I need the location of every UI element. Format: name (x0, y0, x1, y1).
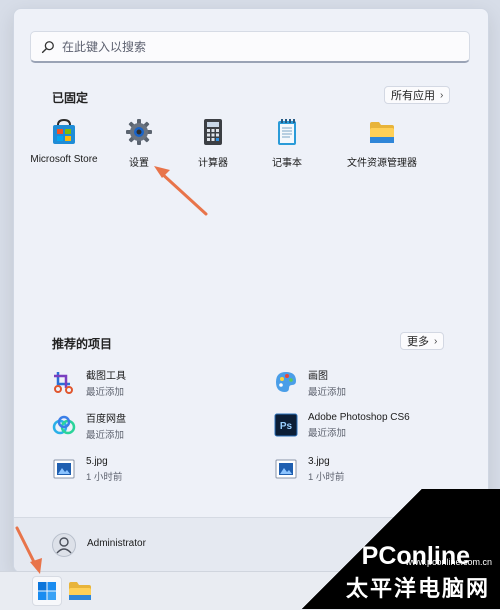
taskbar-file-explorer-button[interactable] (66, 576, 96, 606)
item-name: 5.jpg (86, 455, 108, 467)
more-label: 更多 (407, 336, 429, 348)
all-apps-button[interactable]: 所有应用 › (384, 86, 451, 104)
item-name: 百度网盘 (86, 413, 126, 425)
chevron-right-icon: › (434, 335, 438, 347)
search-input[interactable]: 在此键入以搜索 (30, 31, 470, 63)
pconline-watermark: www.pconline.com.cn PConline 太平洋电脑网 (300, 489, 500, 609)
windows-logo-icon (38, 582, 56, 600)
recommended-item-5-jpg[interactable]: 5.jpg 1 小时前 (52, 452, 122, 486)
item-name: 画图 (308, 370, 328, 382)
chevron-right-icon: › (440, 89, 444, 101)
recommended-item-snipping-tool[interactable]: 截图工具 最近添加 (52, 365, 126, 399)
user-name[interactable]: Administrator (87, 538, 146, 549)
all-apps-label: 所有应用 (391, 90, 435, 102)
more-button[interactable]: 更多 › (400, 332, 445, 350)
image-file-icon (274, 457, 298, 481)
recommended-item-baidu-netdisk[interactable]: 百度网盘 最近添加 (52, 408, 126, 442)
pinned-app-microsoft-store[interactable]: Microsoft Store (24, 117, 104, 165)
watermark-subtitle: 太平洋电脑网 (345, 577, 490, 602)
recommended-item-paint[interactable]: 画图 最近添加 (274, 365, 346, 399)
app-label: 文件资源管理器 (347, 158, 417, 169)
pinned-app-notepad[interactable]: 记事本 (247, 117, 327, 169)
image-file-icon (52, 457, 76, 481)
settings-gear-icon (124, 117, 154, 147)
folder-icon (69, 582, 91, 600)
app-label: 设置 (129, 158, 149, 169)
snipping-tool-icon (52, 370, 76, 394)
item-subtitle: 最近添加 (86, 386, 125, 398)
user-avatar-icon[interactable] (52, 533, 76, 557)
store-icon (49, 117, 79, 147)
app-label: 计算器 (198, 158, 228, 169)
pinned-app-settings[interactable]: 设置 (99, 117, 179, 169)
pinned-app-file-explorer[interactable]: 文件资源管理器 (332, 117, 432, 169)
paint-icon (274, 370, 298, 394)
svg-text:Ps: Ps (280, 421, 293, 432)
recommended-item-3-jpg[interactable]: 3.jpg 1 小时前 (274, 452, 344, 486)
start-button[interactable] (32, 576, 62, 606)
app-label: 记事本 (272, 158, 302, 169)
recommended-section-title: 推荐的项目 (52, 337, 113, 351)
search-icon (41, 40, 54, 53)
photoshop-icon: Ps (274, 413, 298, 437)
calculator-icon (198, 117, 228, 147)
item-subtitle: 最近添加 (308, 386, 347, 398)
item-subtitle: 最近添加 (308, 427, 347, 439)
recommended-item-photoshop[interactable]: Ps Adobe Photoshop CS6 最近添加 (274, 408, 410, 442)
item-name: 截图工具 (86, 370, 126, 382)
app-label: Microsoft Store (30, 154, 98, 165)
baidu-netdisk-icon (52, 413, 76, 437)
watermark-brand: PConline (361, 542, 470, 570)
pinned-app-calculator[interactable]: 计算器 (173, 117, 253, 169)
pinned-section-title: 已固定 (52, 91, 89, 105)
item-subtitle: 最近添加 (86, 429, 125, 441)
item-name: 3.jpg (308, 455, 330, 467)
search-placeholder: 在此键入以搜索 (62, 40, 147, 54)
item-name: Adobe Photoshop CS6 (308, 411, 410, 423)
notepad-icon (272, 117, 302, 147)
item-subtitle: 1 小时前 (86, 471, 123, 483)
item-subtitle: 1 小时前 (308, 471, 345, 483)
pinned-apps: Microsoft Store 设置 计算器 记事本 文件资源管理器 (14, 117, 488, 177)
folder-icon (367, 117, 397, 147)
